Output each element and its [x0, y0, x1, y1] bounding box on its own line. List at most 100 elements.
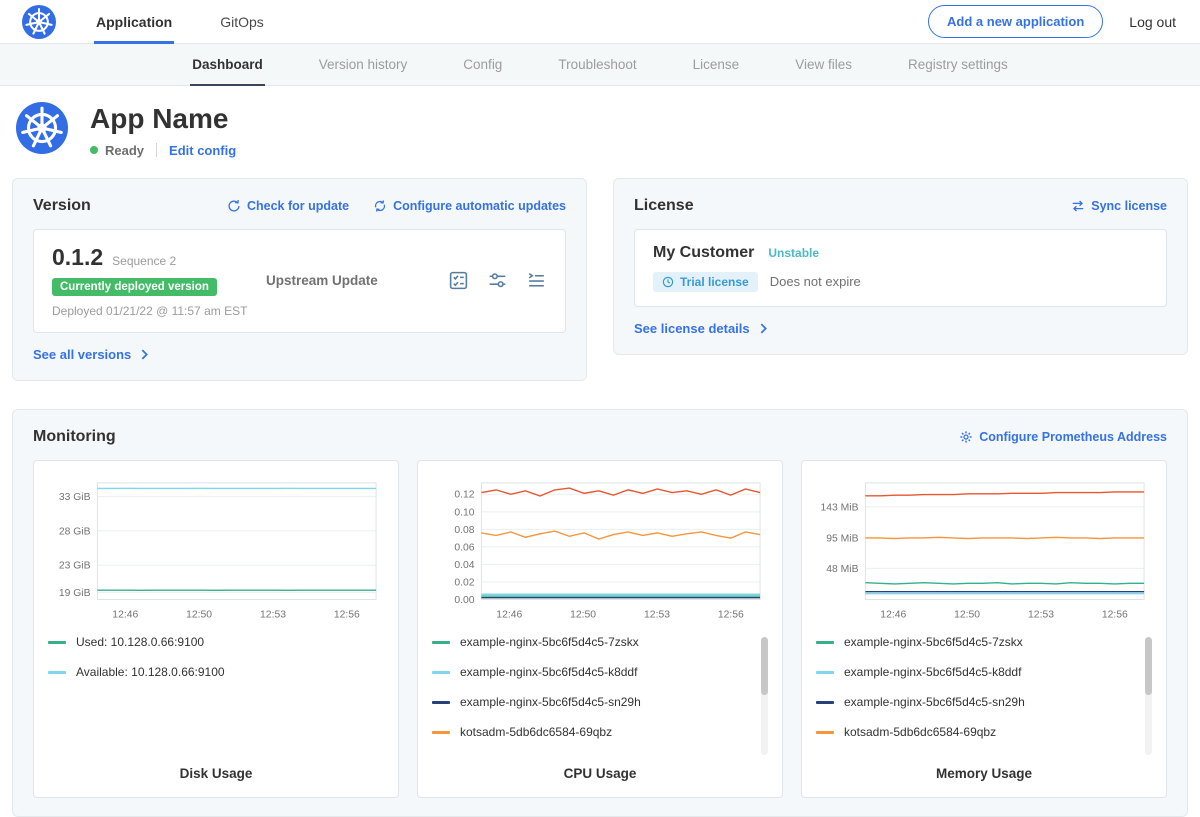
legend-label: example-nginx-5bc6f5d4c5-k8ddf: [844, 665, 1021, 679]
monitoring-card: Monitoring Configure Prometheu: [12, 409, 1188, 817]
logout-link[interactable]: Log out: [1129, 14, 1176, 30]
license-details-box: My Customer Unstable Trial license Does …: [634, 229, 1167, 307]
chart-title: CPU Usage: [432, 760, 768, 785]
x-tick-label: 12:56: [718, 609, 744, 620]
x-tick-label: 12:46: [112, 609, 138, 620]
x-tick-label: 12:56: [1102, 609, 1128, 620]
check-for-update-link[interactable]: Check for update: [227, 199, 349, 213]
top-nav-tabs: Application GitOps: [94, 0, 310, 43]
edit-config-icon[interactable]: [487, 270, 508, 291]
see-all-versions-label: See all versions: [33, 347, 131, 362]
auto-update-icon: [373, 199, 387, 213]
legend-color-dash: [48, 641, 66, 644]
configure-automatic-updates-link[interactable]: Configure automatic updates: [373, 199, 566, 213]
legend-item: example-nginx-5bc6f5d4c5-sn29h: [816, 695, 1138, 709]
x-tick-label: 12:50: [570, 609, 596, 620]
legend-scrollbar-thumb[interactable]: [1145, 637, 1152, 695]
subnav-tab-license[interactable]: License: [691, 44, 742, 85]
sync-license-link[interactable]: Sync license: [1071, 199, 1167, 213]
chart-card-disk-usage: 19 GiB23 GiB28 GiB33 GiB12:4612:5012:531…: [33, 460, 399, 798]
legend-label: example-nginx-5bc6f5d4c5-k8ddf: [460, 665, 637, 679]
gear-icon: [959, 430, 973, 444]
legend-scrollbar-thumb[interactable]: [761, 637, 768, 695]
configure-automatic-updates-label: Configure automatic updates: [393, 199, 566, 213]
chart-title: Disk Usage: [48, 760, 384, 785]
legend-scrollbar[interactable]: [761, 637, 768, 755]
legend-color-dash: [432, 641, 450, 644]
plot-border: [865, 483, 1144, 600]
y-tick-label: 19 GiB: [59, 588, 91, 599]
see-all-versions-link[interactable]: See all versions: [33, 347, 148, 362]
legend-item: example-nginx-5bc6f5d4c5-k8ddf: [816, 665, 1138, 679]
legend-color-dash: [816, 701, 834, 704]
channel-label: Unstable: [768, 246, 819, 260]
see-license-details-link[interactable]: See license details: [634, 321, 767, 336]
chart-legend: Used: 10.128.0.66:9100 Available: 10.128.…: [48, 635, 384, 760]
y-tick-label: 143 MiB: [820, 502, 858, 513]
series-line: [865, 492, 1144, 496]
legend-item: example-nginx-5bc6f5d4c5-k8ddf: [432, 665, 754, 679]
subnav-tab-config[interactable]: Config: [461, 44, 504, 85]
subnav-tab-registry-settings[interactable]: Registry settings: [906, 44, 1010, 85]
legend-label: example-nginx-5bc6f5d4c5-7zskx: [844, 635, 1023, 649]
edit-config-link[interactable]: Edit config: [169, 143, 236, 158]
app-logo-icon: [16, 102, 68, 154]
tab-application[interactable]: Application: [94, 0, 174, 43]
chart-plot: 19 GiB23 GiB28 GiB33 GiB12:4612:5012:531…: [48, 473, 384, 623]
charts-row: 19 GiB23 GiB28 GiB33 GiB12:4612:5012:531…: [33, 460, 1167, 798]
y-tick-label: 0.02: [454, 577, 474, 588]
configure-prometheus-label: Configure Prometheus Address: [979, 430, 1167, 444]
chart-legend: example-nginx-5bc6f5d4c5-7zskx example-ng…: [816, 635, 1152, 760]
see-license-details-label: See license details: [634, 321, 750, 336]
y-tick-label: 0.06: [454, 542, 474, 553]
y-tick-label: 28 GiB: [59, 526, 91, 537]
legend-color-dash: [432, 671, 450, 674]
x-tick-label: 12:50: [954, 609, 980, 620]
legend-item: Used: 10.128.0.66:9100: [48, 635, 370, 649]
kubernetes-logo-icon: [22, 5, 56, 39]
series-line: [865, 582, 1144, 583]
app-sub-nav: Dashboard Version history Config Troublesho…: [0, 44, 1200, 86]
subnav-tab-view-files[interactable]: View files: [793, 44, 854, 85]
legend-color-dash: [816, 641, 834, 644]
y-tick-label: 0.04: [454, 560, 474, 571]
legend-item: example-nginx-5bc6f5d4c5-sn29h: [432, 695, 754, 709]
y-tick-label: 48 MiB: [826, 564, 858, 575]
series-line: [481, 488, 760, 496]
version-card-title: Version: [33, 197, 91, 215]
y-tick-label: 33 GiB: [59, 492, 91, 503]
x-tick-label: 12:46: [496, 609, 522, 620]
license-expiration: Does not expire: [770, 274, 861, 289]
legend-item: kotsadm-5db6dc6584-69qbz: [432, 725, 754, 739]
view-deploy-logs-icon[interactable]: [526, 270, 547, 291]
legend-color-dash: [816, 671, 834, 674]
legend-item: Available: 10.128.0.66:9100: [48, 665, 370, 679]
subnav-tab-troubleshoot[interactable]: Troubleshoot: [556, 44, 638, 85]
legend-color-dash: [48, 671, 66, 674]
subnav-tab-dashboard[interactable]: Dashboard: [190, 44, 265, 85]
preflight-checks-icon[interactable]: [448, 270, 469, 291]
status-badge: Ready: [105, 143, 144, 158]
sync-arrows-icon: [1071, 199, 1085, 213]
chart-plot: 0.000.020.040.060.080.100.1212:4612:5012…: [432, 473, 768, 623]
series-line: [481, 531, 760, 539]
divider: [156, 143, 157, 157]
add-application-button[interactable]: Add a new application: [928, 5, 1103, 38]
legend-color-dash: [432, 731, 450, 734]
version-sequence: Sequence 2: [112, 254, 176, 268]
subnav-tab-version-history[interactable]: Version history: [317, 44, 410, 85]
license-card-title: License: [634, 197, 694, 215]
tab-gitops[interactable]: GitOps: [218, 0, 266, 43]
app-header: App Name Ready Edit config: [0, 86, 1200, 170]
chevron-right-icon: [760, 323, 767, 334]
license-type-badge: Trial license: [653, 272, 758, 292]
x-tick-label: 12:56: [334, 609, 360, 620]
y-tick-label: 0.10: [454, 507, 474, 518]
deployed-timestamp: Deployed 01/21/22 @ 11:57 am EST: [52, 304, 260, 318]
configure-prometheus-link[interactable]: Configure Prometheus Address: [959, 430, 1167, 444]
x-tick-label: 12:53: [644, 609, 670, 620]
customer-name: My Customer: [653, 244, 754, 262]
app-status-row: Ready Edit config: [90, 143, 236, 158]
legend-scrollbar[interactable]: [1145, 637, 1152, 755]
sync-license-label: Sync license: [1091, 199, 1167, 213]
